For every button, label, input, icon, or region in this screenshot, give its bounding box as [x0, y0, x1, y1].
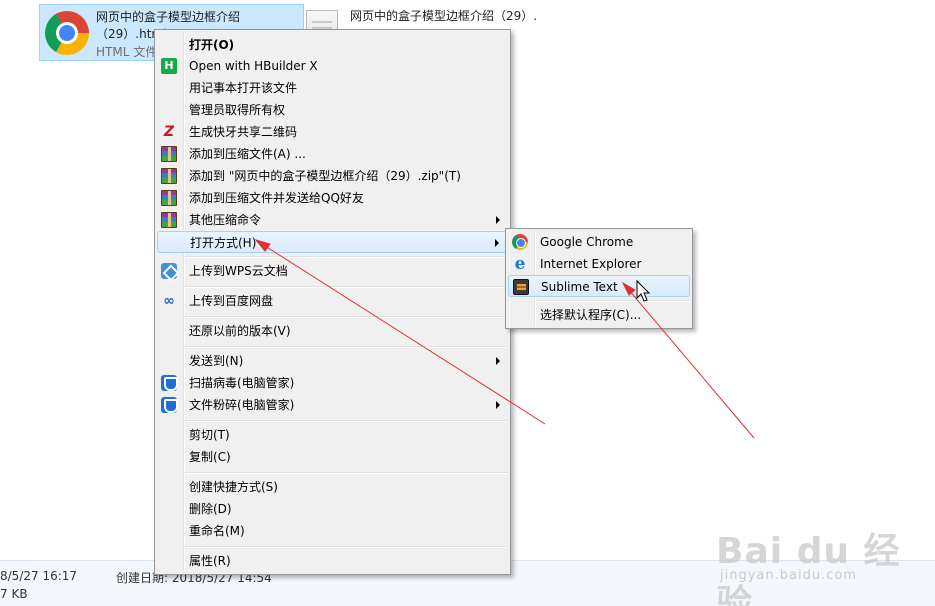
submenu-item-choose-default[interactable]: 选择默认程序(C)...	[508, 304, 690, 326]
menu-item-shred-file[interactable]: 文件粉碎(电脑管家)	[157, 394, 508, 416]
winrar-icon	[161, 190, 177, 206]
menu-item-delete[interactable]: 删除(D)	[157, 498, 508, 520]
menu-item-upload-wps[interactable]: 上传到WPS云文档	[157, 260, 508, 282]
open-with-submenu: Google Chrome e Internet Explorer Sublim…	[505, 228, 693, 329]
hbuilder-icon: H	[161, 58, 177, 74]
menu-item-restore-versions[interactable]: 还原以前的版本(V)	[157, 320, 508, 342]
ie-icon: e	[514, 254, 526, 274]
other-file-name: 网页中的盒子模型边框介绍（29）.	[350, 9, 538, 23]
tencent-pc-manager-icon	[161, 397, 178, 413]
menu-item-open-with[interactable]: 打开方式(H)	[157, 231, 508, 253]
file-type: HTML 文件	[96, 45, 158, 59]
baidu-jingyan-watermark: Bai du 经验	[716, 531, 901, 606]
winrar-icon	[161, 212, 177, 228]
menu-item-take-ownership[interactable]: 管理员取得所有权	[157, 99, 508, 121]
menu-item-open-with-notepad[interactable]: 用记事本打开该文件	[157, 77, 508, 99]
chrome-icon	[512, 234, 528, 250]
qr-share-icon: Z	[163, 124, 175, 140]
baidu-netdisk-icon: ∞	[163, 293, 175, 309]
menu-item-add-to-archive[interactable]: 添加到压缩文件(A) ...	[157, 143, 508, 165]
submenu-item-chrome[interactable]: Google Chrome	[508, 231, 690, 253]
menu-item-add-to-zip[interactable]: 添加到 "网页中的盒子模型边框介绍（29）.zip"(T)	[157, 165, 508, 187]
menu-item-open-with-hbuilder[interactable]: H Open with HBuilder X	[157, 55, 508, 77]
tencent-pc-manager-icon	[161, 375, 178, 391]
menu-item-open[interactable]: 打开(O)	[157, 34, 508, 56]
submenu-item-sublime[interactable]: Sublime Text	[508, 275, 690, 297]
watermark-url: jingyan.baidu.com	[720, 568, 857, 583]
menu-separator	[536, 300, 690, 302]
menu-item-cut[interactable]: 剪切(T)	[157, 424, 508, 446]
winrar-icon	[161, 146, 177, 162]
menu-separator	[185, 346, 508, 348]
menu-separator	[185, 420, 508, 422]
menu-separator	[185, 546, 508, 548]
menu-item-qr-share[interactable]: Z 生成快牙共享二维码	[157, 121, 508, 143]
menu-item-properties[interactable]: 属性(R)	[157, 550, 508, 572]
menu-item-create-shortcut[interactable]: 创建快捷方式(S)	[157, 476, 508, 498]
winrar-icon	[161, 168, 177, 184]
menu-item-send-to[interactable]: 发送到(N)	[157, 350, 508, 372]
sublime-text-icon	[513, 279, 529, 295]
menu-item-compress-send-qq[interactable]: 添加到压缩文件并发送给QQ好友	[157, 187, 508, 209]
file-size: 7 KB	[0, 587, 28, 601]
menu-separator	[185, 256, 508, 258]
chrome-file-icon	[45, 11, 89, 55]
submenu-arrow-icon	[495, 239, 499, 247]
menu-item-other-compress[interactable]: 其他压缩命令	[157, 209, 508, 231]
wps-cloud-icon	[161, 263, 177, 279]
menu-item-rename[interactable]: 重命名(M)	[157, 520, 508, 542]
menu-separator	[185, 286, 508, 288]
menu-separator	[185, 472, 508, 474]
modified-date: 8/5/27 16:17	[0, 569, 78, 583]
submenu-arrow-icon	[496, 216, 500, 224]
menu-separator	[185, 316, 508, 318]
context-menu: 打开(O) H Open with HBuilder X 用记事本打开该文件 管…	[154, 29, 511, 575]
submenu-item-ie[interactable]: e Internet Explorer	[508, 253, 690, 275]
submenu-arrow-icon	[496, 401, 500, 409]
menu-item-copy[interactable]: 复制(C)	[157, 446, 508, 468]
menu-item-scan-virus[interactable]: 扫描病毒(电脑管家)	[157, 372, 508, 394]
submenu-arrow-icon	[496, 357, 500, 365]
menu-item-upload-baidu[interactable]: ∞ 上传到百度网盘	[157, 290, 508, 312]
